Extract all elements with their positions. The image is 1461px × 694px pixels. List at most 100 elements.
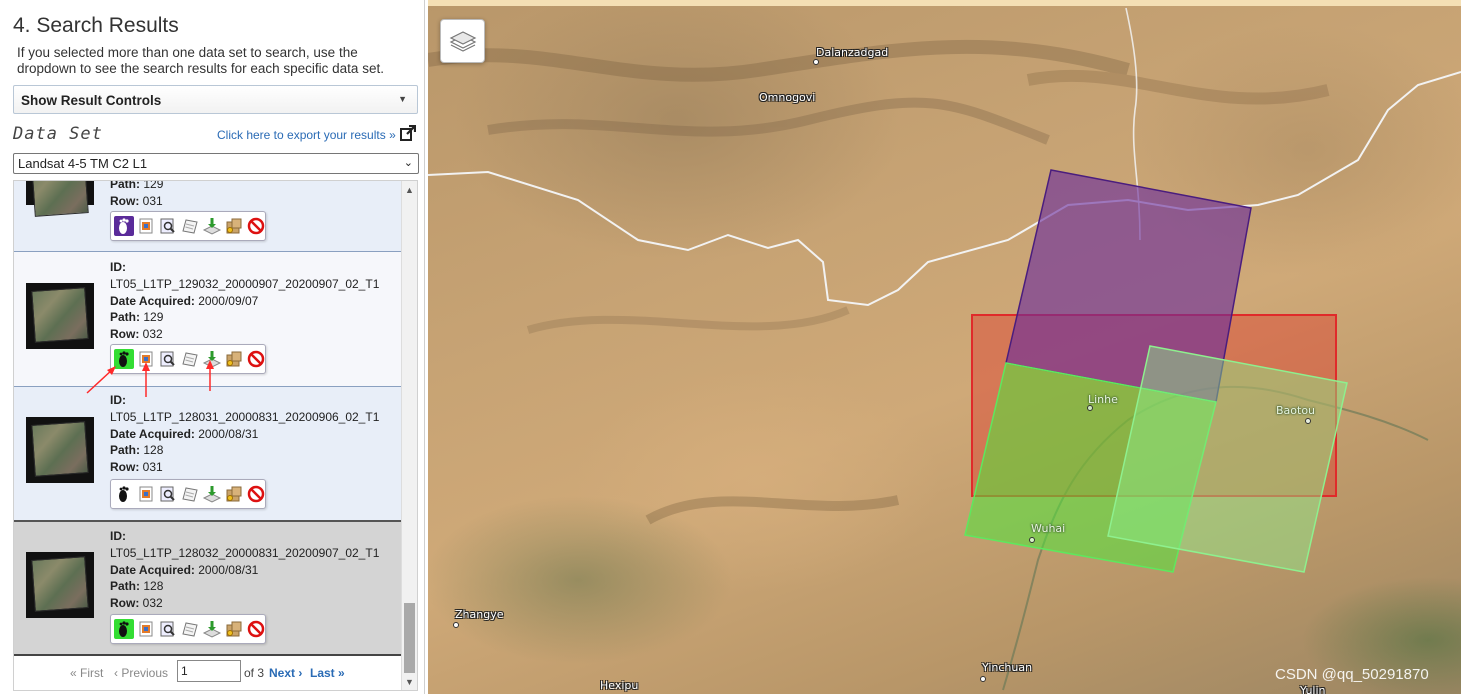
results-list: Path: 129 Row: 031 ID: LT05_L1TP_129032_… xyxy=(14,181,401,654)
compare-icon[interactable] xyxy=(180,484,200,504)
date-line: Date Acquired: 2000/08/31 xyxy=(110,562,259,577)
result-toolbar xyxy=(110,344,266,374)
result-toolbar xyxy=(110,211,266,241)
external-link-icon[interactable] xyxy=(400,125,416,141)
results-scrollbar[interactable]: ▲ ▼ xyxy=(401,181,417,690)
row-line: Row: 031 xyxy=(110,193,163,208)
last-page-link[interactable]: Last » xyxy=(310,666,345,680)
scene-thumbnail[interactable] xyxy=(26,283,94,349)
overlay-icon[interactable] xyxy=(136,484,156,504)
city-label-baotou: Baotou xyxy=(1276,404,1316,417)
first-page-link[interactable]: « First xyxy=(70,666,103,680)
path-line: Path: 128 xyxy=(110,443,164,458)
map-view[interactable]: Dalanzadgad Omnogovi Linhe Baotou Wuhai … xyxy=(428,0,1461,694)
scene-thumbnail[interactable] xyxy=(26,552,94,618)
result-toolbar xyxy=(110,614,266,644)
scene-id: LT05_L1TP_128031_20000831_20200906_02_T1 xyxy=(110,409,380,424)
pagination: « First ‹ Previous 1 of 3 Next › Last » xyxy=(14,654,401,690)
order-icon[interactable] xyxy=(224,216,244,236)
metadata-icon[interactable] xyxy=(158,349,178,369)
row-line: Row: 032 xyxy=(110,327,163,342)
row-line: Row: 031 xyxy=(110,460,163,475)
city-marker xyxy=(1029,537,1035,543)
scene-thumbnail[interactable] xyxy=(26,417,94,483)
city-marker xyxy=(813,59,819,65)
dataset-selected-value: Landsat 4-5 TM C2 L1 xyxy=(18,156,148,171)
metadata-icon[interactable] xyxy=(158,484,178,504)
scroll-down-icon[interactable]: ▼ xyxy=(405,677,414,687)
page-title: 4. Search Results xyxy=(13,14,179,37)
city-label-linhe: Linhe xyxy=(1088,393,1118,406)
compare-icon[interactable] xyxy=(180,216,200,236)
scene-id: LT05_L1TP_128032_20000831_20200907_02_T1 xyxy=(110,545,380,560)
metadata-icon[interactable] xyxy=(158,619,178,639)
result-row: ID: LT05_L1TP_129032_20000907_20200907_0… xyxy=(14,252,401,387)
dataset-heading: Data Set xyxy=(13,124,103,144)
id-label: ID: xyxy=(110,393,126,407)
id-label: ID: xyxy=(110,529,126,543)
city-label-omnogovi: Omnogovi xyxy=(759,91,816,104)
exclude-icon[interactable] xyxy=(246,216,266,236)
download-icon[interactable] xyxy=(202,216,222,236)
download-icon[interactable] xyxy=(202,484,222,504)
city-label-zhangye: Zhangye xyxy=(455,608,504,621)
watermark: CSDN @qq_50291870 xyxy=(1275,666,1429,683)
result-row: Path: 129 Row: 031 xyxy=(14,181,401,252)
footprint-icon[interactable] xyxy=(114,619,134,639)
city-marker xyxy=(980,676,986,682)
city-label-dalanzadgad: Dalanzadgad xyxy=(816,46,889,59)
compare-icon[interactable] xyxy=(180,619,200,639)
scene-thumbnail[interactable] xyxy=(26,181,94,217)
path-line: Path: 129 xyxy=(110,181,164,191)
previous-page-link[interactable]: ‹ Previous xyxy=(114,666,168,680)
date-line: Date Acquired: 2000/09/07 xyxy=(110,293,259,308)
city-label-yulin: Yulin xyxy=(1300,684,1326,694)
overlay-icon[interactable] xyxy=(136,349,156,369)
scrollbar-thumb[interactable] xyxy=(404,603,415,673)
footprint-light-green xyxy=(1107,345,1348,573)
footprint-icon[interactable] xyxy=(114,349,134,369)
id-label: ID: xyxy=(110,260,126,274)
order-icon[interactable] xyxy=(224,484,244,504)
date-line: Date Acquired: 2000/08/31 xyxy=(110,426,259,441)
section-description: If you selected more than one data set t… xyxy=(17,45,384,76)
layer-switcher-button[interactable] xyxy=(440,19,485,63)
export-results-link[interactable]: Click here to export your results » xyxy=(217,128,396,142)
exclude-icon[interactable] xyxy=(246,349,266,369)
metadata-icon[interactable] xyxy=(158,216,178,236)
search-results-panel: 4. Search Results If you selected more t… xyxy=(0,0,425,694)
caret-down-icon: ▼ xyxy=(398,94,407,104)
result-controls-label: Show Result Controls xyxy=(21,93,162,108)
path-line: Path: 129 xyxy=(110,310,164,325)
result-row-selected: ID: LT05_L1TP_128032_20000831_20200907_0… xyxy=(14,520,401,654)
download-icon[interactable] xyxy=(202,619,222,639)
exclude-icon[interactable] xyxy=(246,619,266,639)
city-label-hexipu: Hexipu xyxy=(600,679,639,692)
city-marker xyxy=(1305,418,1311,424)
results-list-container: Path: 129 Row: 031 ID: LT05_L1TP_129032_… xyxy=(13,180,418,691)
footprint-icon[interactable] xyxy=(114,484,134,504)
scroll-up-icon[interactable]: ▲ xyxy=(405,185,414,195)
overlay-icon[interactable] xyxy=(136,619,156,639)
result-toolbar xyxy=(110,479,266,509)
dataset-select[interactable]: Landsat 4-5 TM C2 L1 ⌄ xyxy=(13,153,419,174)
show-result-controls-dropdown[interactable]: Show Result Controls ▼ xyxy=(13,85,418,114)
city-label-wuhai: Wuhai xyxy=(1031,522,1066,535)
order-icon[interactable] xyxy=(224,349,244,369)
page-number-input[interactable]: 1 xyxy=(177,660,241,682)
scene-id: LT05_L1TP_129032_20000907_20200907_02_T1 xyxy=(110,276,380,291)
download-icon[interactable] xyxy=(202,349,222,369)
next-page-link[interactable]: Next › xyxy=(269,666,302,680)
row-line: Row: 032 xyxy=(110,596,163,611)
page-count: of 3 xyxy=(244,666,265,680)
compare-icon[interactable] xyxy=(180,349,200,369)
chevron-down-icon: ⌄ xyxy=(403,157,413,169)
city-label-yinchuan: Yinchuan xyxy=(982,661,1033,674)
city-marker xyxy=(453,622,459,628)
layers-icon xyxy=(449,31,477,52)
footprint-icon[interactable] xyxy=(114,216,134,236)
order-icon[interactable] xyxy=(224,619,244,639)
exclude-icon[interactable] xyxy=(246,484,266,504)
overlay-icon[interactable] xyxy=(136,216,156,236)
map-canvas xyxy=(428,7,1461,691)
